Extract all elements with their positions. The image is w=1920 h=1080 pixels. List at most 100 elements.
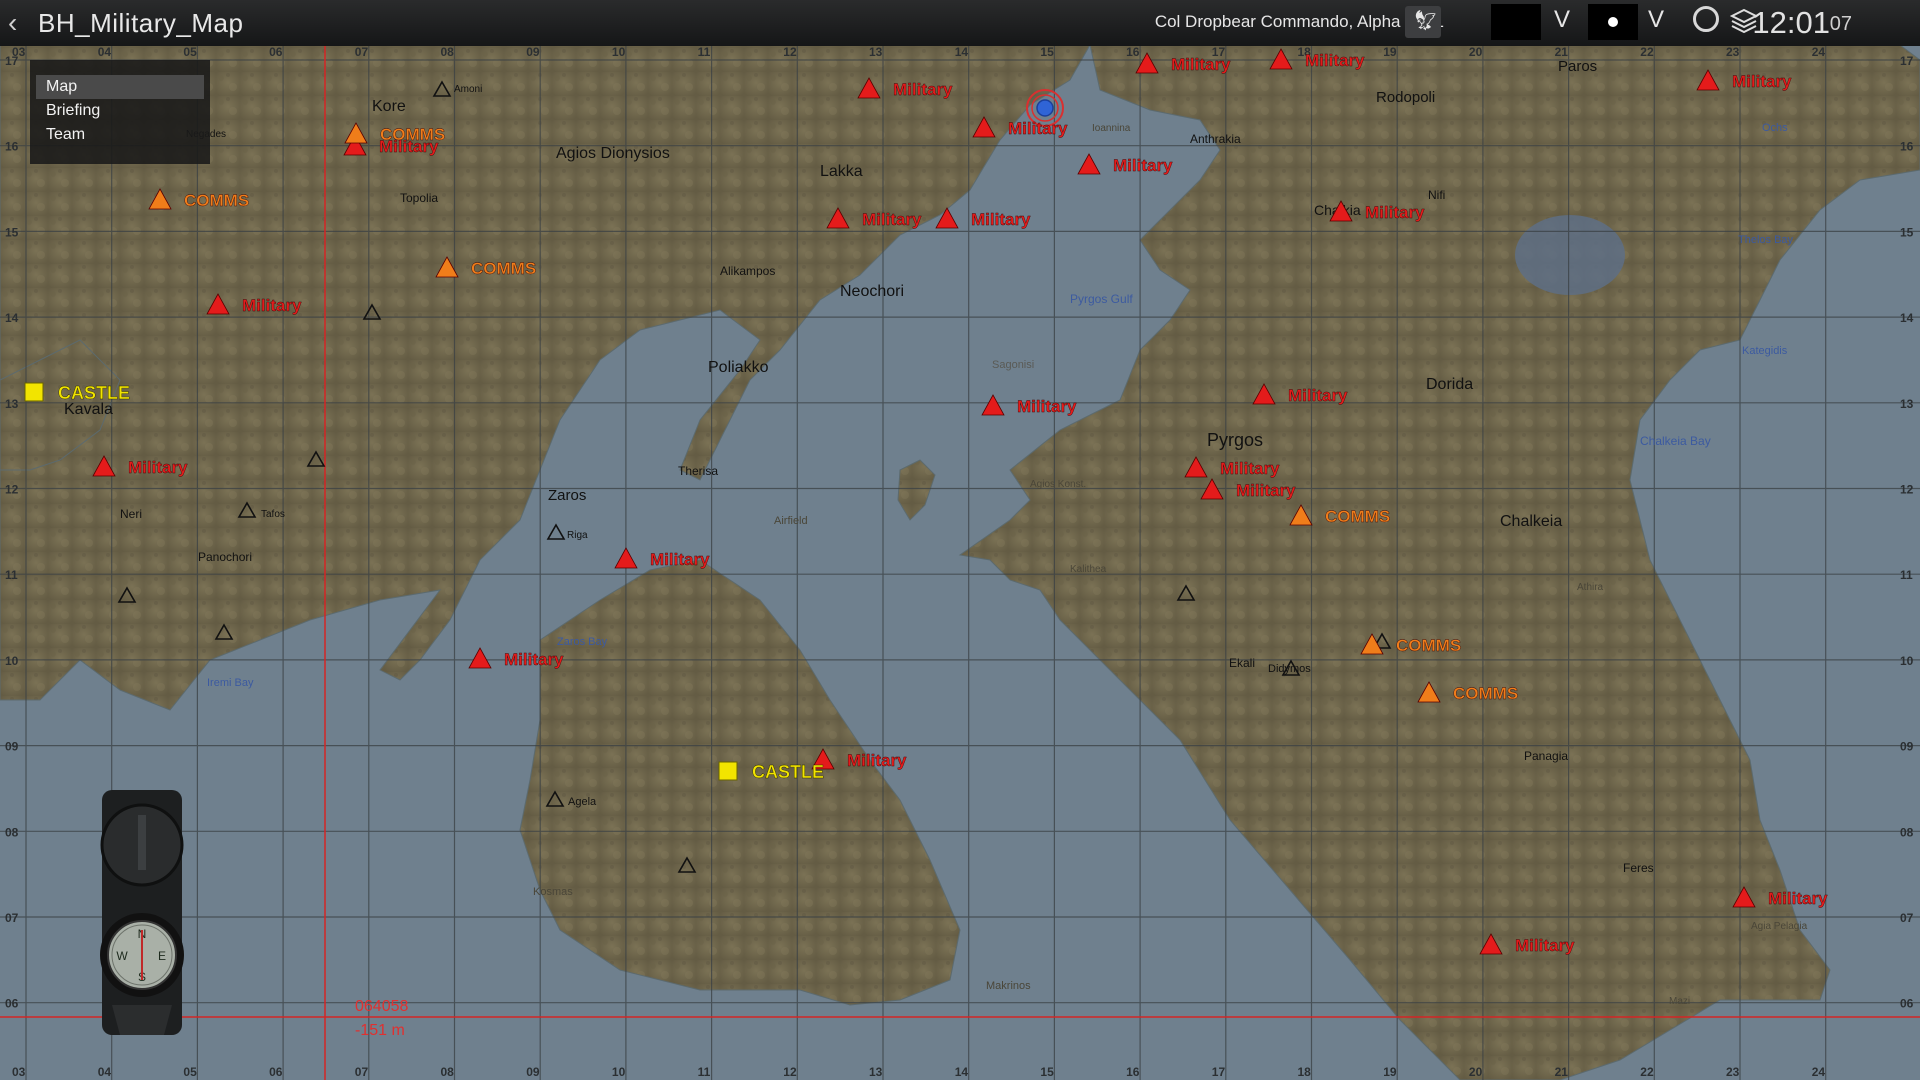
comms-marker-label: COMMS (1325, 507, 1390, 526)
comms-marker-label: COMMS (184, 191, 249, 210)
military-marker-label: Military (1008, 119, 1068, 138)
town-label: Thelos Bay (1738, 234, 1794, 246)
grid-label-y: 12 (1900, 483, 1914, 497)
grid-label-x: 24 (1812, 1065, 1826, 1079)
rank-button[interactable]: 🦅︎ (1405, 6, 1441, 38)
menu-item-briefing[interactable]: Briefing (36, 99, 204, 123)
castle-marker-icon[interactable] (24, 382, 44, 402)
grid-label-y: 07 (5, 911, 19, 925)
military-marker-label: Military (847, 751, 907, 770)
back-chevron-icon[interactable]: ‹ (8, 7, 17, 39)
grid-label-x: 15 (1040, 45, 1054, 59)
military-marker-label: Military (1236, 481, 1296, 500)
grid-label-y: 11 (5, 568, 18, 582)
military-marker-label: Military (242, 296, 302, 315)
town-label: Ochs (1762, 122, 1788, 134)
grid-label-x: 04 (98, 45, 112, 59)
grid-label-x: 20 (1469, 1065, 1483, 1079)
grid-label-x: 15 (1040, 1065, 1054, 1079)
map-title: BH_Military_Map (38, 8, 244, 38)
town-label: Agia Pelagia (1751, 921, 1808, 932)
grid-label-x: 07 (355, 1065, 369, 1079)
comms-marker-label: COMMS (1396, 636, 1461, 655)
town-label: Agios Dionysios (556, 145, 670, 162)
town-label: Therisa (678, 464, 718, 478)
grid-label-x: 23 (1726, 45, 1740, 59)
grid-label-y: 07 (1900, 911, 1914, 925)
map-menu: Map Briefing Team (30, 60, 210, 164)
grid-label-x: 24 (1812, 45, 1826, 59)
chevron-down-icon[interactable]: V (1554, 6, 1570, 34)
town-label: Zaros Bay (557, 636, 608, 648)
grid-label-x: 19 (1383, 1065, 1397, 1079)
military-marker-label: Military (1365, 203, 1425, 222)
grid-label-x: 14 (955, 1065, 969, 1079)
grid-label-x: 20 (1469, 45, 1483, 59)
grid-label-x: 07 (355, 45, 369, 59)
town-label: Feres (1623, 861, 1654, 875)
military-marker-label: Military (1768, 889, 1828, 908)
grid-label-y: 10 (5, 654, 19, 668)
town-label: Paros (1558, 58, 1597, 75)
grid-label-y: 14 (5, 311, 19, 325)
town-label: Nifi (1428, 188, 1445, 202)
military-marker-label: Military (1732, 72, 1792, 91)
grid-label-y: 06 (5, 997, 19, 1011)
grid-label-x: 18 (1298, 1065, 1312, 1079)
town-label: Kategidis (1742, 345, 1788, 357)
grid-label-x: 11 (698, 45, 711, 59)
grid-label-y: 08 (5, 825, 19, 839)
grid-label-x: 06 (269, 1065, 283, 1079)
grid-label-x: 23 (1726, 1065, 1740, 1079)
town-label: Athira (1577, 582, 1604, 593)
castle-marker-icon[interactable] (718, 761, 738, 781)
grid-label-x: 12 (783, 45, 797, 59)
military-marker-label: Military (650, 550, 710, 569)
grid-label-x: 05 (183, 45, 197, 59)
military-marker-label: Military (1288, 386, 1348, 405)
comms-marker-label: COMMS (380, 125, 445, 144)
town-label: Kore (372, 98, 406, 115)
menu-item-team[interactable]: Team (36, 123, 204, 147)
town-label: Lakka (820, 163, 863, 180)
town-label: Zaros (548, 487, 586, 504)
town-label: Dorida (1426, 376, 1473, 393)
grid-label-x: 08 (441, 45, 455, 59)
military-marker-label: Military (1305, 51, 1365, 70)
town-label: Rodopoli (1376, 89, 1435, 106)
grid-label-x: 22 (1640, 1065, 1654, 1079)
military-marker-label: Military (1017, 397, 1077, 416)
grid-label-x: 03 (12, 1065, 26, 1079)
grid-label-y: 11 (1900, 568, 1913, 582)
town-label: Tafos (261, 509, 285, 520)
town-label: Ioannina (1092, 123, 1131, 134)
grid-label-x: 09 (526, 45, 540, 59)
military-marker-label: Military (1220, 459, 1280, 478)
grid-label-x: 11 (698, 1065, 711, 1079)
town-label: Neri (120, 507, 142, 521)
menu-item-map[interactable]: Map (36, 75, 204, 99)
chevron-down-icon[interactable]: V (1648, 6, 1664, 34)
military-marker-label: Military (862, 210, 922, 229)
map-canvas[interactable]: 0303040405050606070708080909101011111212… (0, 0, 1920, 1080)
town-label: Agela (568, 796, 597, 808)
grid-label-x: 21 (1555, 45, 1569, 59)
game-clock-seconds: 07 (1829, 13, 1852, 35)
grid-label-y: 13 (5, 397, 19, 411)
town-label: Alikampos (720, 264, 775, 278)
grid-label-y: 13 (1900, 397, 1914, 411)
channel-slot-2[interactable] (1588, 4, 1638, 40)
military-marker-label: Military (128, 458, 188, 477)
lake (1515, 215, 1625, 295)
military-marker-label: Military (1515, 936, 1575, 955)
town-label: Chalkeia Bay (1640, 434, 1711, 448)
castle-marker-label: CASTLE (752, 762, 824, 782)
grid-label-x: 16 (1126, 45, 1140, 59)
town-label: Agios Konst. (1030, 479, 1086, 490)
compass-icon[interactable]: N S W E (92, 790, 192, 1040)
town-label: Neochori (840, 283, 904, 300)
town-label: Riga (567, 530, 588, 541)
gps-ring-icon[interactable] (1693, 6, 1719, 32)
channel-slot-1[interactable] (1491, 4, 1541, 40)
grid-label-x: 22 (1640, 45, 1654, 59)
